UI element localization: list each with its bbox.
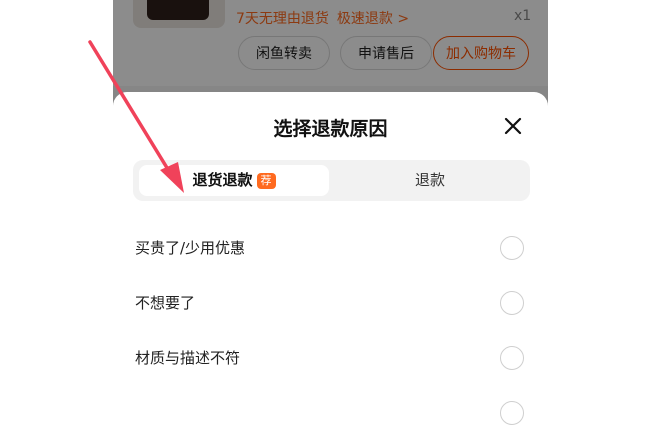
- reason-radio[interactable]: [500, 236, 524, 260]
- tab-return-and-refund-label: 退货退款: [192, 171, 253, 189]
- tab-refund-only[interactable]: 退款: [335, 165, 525, 196]
- right-margin: [548, 0, 657, 405]
- reason-radio[interactable]: [500, 291, 524, 315]
- reason-option[interactable]: 材质与描述不符: [113, 343, 548, 373]
- left-margin: [0, 0, 113, 405]
- reason-option[interactable]: 不想要了: [113, 288, 548, 318]
- reason-label: 不想要了: [135, 294, 196, 312]
- close-icon[interactable]: [504, 117, 522, 135]
- reason-radio[interactable]: [500, 346, 524, 370]
- refund-reason-sheet: 选择退款原因 退货退款荐 退款 买贵了/少用优惠 不想要了 材质与描述不符: [113, 92, 548, 425]
- reason-option-partial[interactable]: [113, 398, 548, 428]
- sheet-title: 选择退款原因: [273, 118, 388, 140]
- reason-label: 材质与描述不符: [135, 349, 241, 367]
- tab-refund-only-label: 退款: [414, 171, 445, 189]
- reason-option[interactable]: 买贵了/少用优惠: [113, 233, 548, 263]
- recommended-badge: 荐: [256, 172, 276, 189]
- tab-return-and-refund[interactable]: 退货退款荐: [139, 165, 329, 196]
- refund-type-segmented-control: 退货退款荐 退款: [133, 160, 530, 201]
- reason-label: 买贵了/少用优惠: [135, 239, 246, 257]
